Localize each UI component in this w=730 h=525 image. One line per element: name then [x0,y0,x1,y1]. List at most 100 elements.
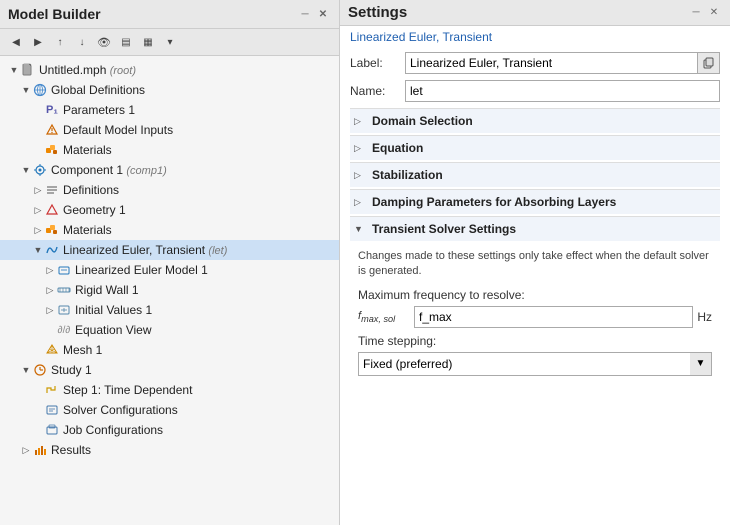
label-input[interactable] [405,52,698,74]
time-stepping-wrapper: Fixed (preferred) Free ▼ [358,352,712,376]
tree-item-init-values1[interactable]: ▷ Initial Values 1 [0,300,339,320]
forward-button[interactable]: ▶ [28,32,48,52]
comp-icon [32,162,48,178]
section-title-equation: Equation [372,141,423,155]
tree-item-job-configs[interactable]: Job Configurations [0,420,339,440]
section-transient-solver[interactable]: ▼ Transient Solver Settings [350,216,720,241]
settings-close-button[interactable]: ✕ [706,5,722,21]
solver-icon [44,402,60,418]
model-builder-panel: Model Builder ─ ✕ ◀ ▶ ↑ ↓ 👁 ▤ ▦ ▾ ▼ Unti… [0,0,340,525]
def-icon [44,182,60,198]
settings-body: Label: Name: ▷ Domain Selection ▷ Equati… [340,46,730,525]
tree-item-comp1[interactable]: ▼ Component 1 (comp1) [0,160,339,180]
arrow-definitions: ▷ [32,185,44,196]
tree-label-le-model1: Linearized Euler Model 1 [75,263,208,277]
tree-label-global-def: Global Definitions [51,83,145,97]
view2-button[interactable]: ▦ [138,32,158,52]
section-title-domain-selection: Domain Selection [372,114,473,128]
tree-label-results: Results [51,443,91,457]
tree-item-geom1[interactable]: ▷ Geometry 1 [0,200,339,220]
wall-icon [56,282,72,298]
section-damping[interactable]: ▷ Damping Parameters for Absorbing Layer… [350,189,720,214]
detach-button[interactable]: ✕ [315,6,331,22]
tree-item-step1[interactable]: Step 1: Time Dependent [0,380,339,400]
section-equation[interactable]: ▷ Equation [350,135,720,160]
tree-label-rigid-wall1: Rigid Wall 1 [75,283,139,297]
section-domain-selection[interactable]: ▷ Domain Selection [350,108,720,133]
more-button[interactable]: ▾ [160,32,180,52]
tree-item-eq-view[interactable]: ∂/∂ Equation View [0,320,339,340]
eq-icon: ∂/∂ [56,322,72,338]
tree-item-solver-configs[interactable]: Solver Configurations [0,400,339,420]
freq-label: Maximum frequency to resolve: [358,288,712,302]
le-model-icon [56,262,72,278]
arrow-equation: ▷ [354,143,368,154]
view1-button[interactable]: ▤ [116,32,136,52]
time-stepping-row: Fixed (preferred) Free ▼ [358,352,712,376]
init-icon [56,302,72,318]
results-icon [32,442,48,458]
settings-subtitle: Linearized Euler, Transient [340,26,730,46]
arrow-results: ▷ [20,445,32,456]
tree-item-mesh1[interactable]: Mesh 1 [0,340,339,360]
param-icon: P₁ [44,102,60,118]
freq-input[interactable] [414,306,693,328]
tree-item-root[interactable]: ▼ Untitled.mph (root) [0,60,339,80]
time-stepping-label: Time stepping: [358,334,712,348]
panel-title: Model Builder [8,6,101,22]
tree-label-comp1: Component 1 (comp1) [51,163,167,177]
arrow-stabilization: ▷ [354,170,368,181]
tree-item-rigid-wall1[interactable]: ▷ Rigid Wall 1 [0,280,339,300]
tree-label-step1: Step 1: Time Dependent [63,383,192,397]
arrow-le-transient: ▼ [32,245,44,255]
tree-item-params1[interactable]: P₁ Parameters 1 [0,100,339,120]
arrow-damping: ▷ [354,197,368,208]
label-field-label: Label: [350,56,405,70]
job-icon [44,422,60,438]
tree-item-default-inputs[interactable]: Default Model Inputs [0,120,339,140]
up-button[interactable]: ↑ [50,32,70,52]
section-title-transient-solver: Transient Solver Settings [372,222,516,236]
arrow-init-values1: ▷ [44,305,56,316]
label-copy-button[interactable] [698,52,720,74]
tree-label-job-configs: Job Configurations [63,423,163,437]
transient-info-text: Changes made to these settings only take… [358,249,712,280]
tree-item-global-def[interactable]: ▼ Global Definitions [0,80,339,100]
eye-button[interactable]: 👁 [94,32,114,52]
arrow-domain-selection: ▷ [354,116,368,127]
tree-item-results[interactable]: ▷ Results [0,440,339,460]
step-icon [44,382,60,398]
tree-item-study1[interactable]: ▼ Study 1 [0,360,339,380]
settings-pin-button[interactable]: ─ [688,5,704,21]
back-button[interactable]: ◀ [6,32,26,52]
panel-header: Model Builder ─ ✕ [0,0,339,29]
tree-toolbar: ◀ ▶ ↑ ↓ 👁 ▤ ▦ ▾ [0,29,339,56]
arrow-transient-solver: ▼ [354,224,368,234]
file-icon [20,62,36,78]
study-icon [32,362,48,378]
tree-label-mesh1: Mesh 1 [63,343,102,357]
pin-button[interactable]: ─ [297,6,313,22]
section-title-damping: Damping Parameters for Absorbing Layers [372,195,616,209]
section-title-stabilization: Stabilization [372,168,443,182]
section-stabilization[interactable]: ▷ Stabilization [350,162,720,187]
globe-icon [32,82,48,98]
tree-label-default-inputs: Default Model Inputs [63,123,173,137]
name-input[interactable] [405,80,720,102]
tree-item-materials-comp[interactable]: ▷ Materials [0,220,339,240]
tree-label-materials-comp: Materials [63,223,112,237]
down-button[interactable]: ↓ [72,32,92,52]
arrow-le-model1: ▷ [44,265,56,276]
mat-comp-icon [44,222,60,238]
tree-item-materials-global[interactable]: Materials [0,140,339,160]
tree-item-le-model1[interactable]: ▷ Linearized Euler Model 1 [0,260,339,280]
geom-icon [44,202,60,218]
tree-item-definitions[interactable]: ▷ Definitions [0,180,339,200]
arrow-geom1: ▷ [32,205,44,216]
tree-label-le-transient: Linearized Euler, Transient (let) [63,243,227,257]
time-stepping-select[interactable]: Fixed (preferred) Free [358,352,712,376]
mesh-icon [44,342,60,358]
tree-item-le-transient[interactable]: ▼ Linearized Euler, Transient (let) [0,240,339,260]
le-icon [44,242,60,258]
arrow-root: ▼ [8,65,20,75]
